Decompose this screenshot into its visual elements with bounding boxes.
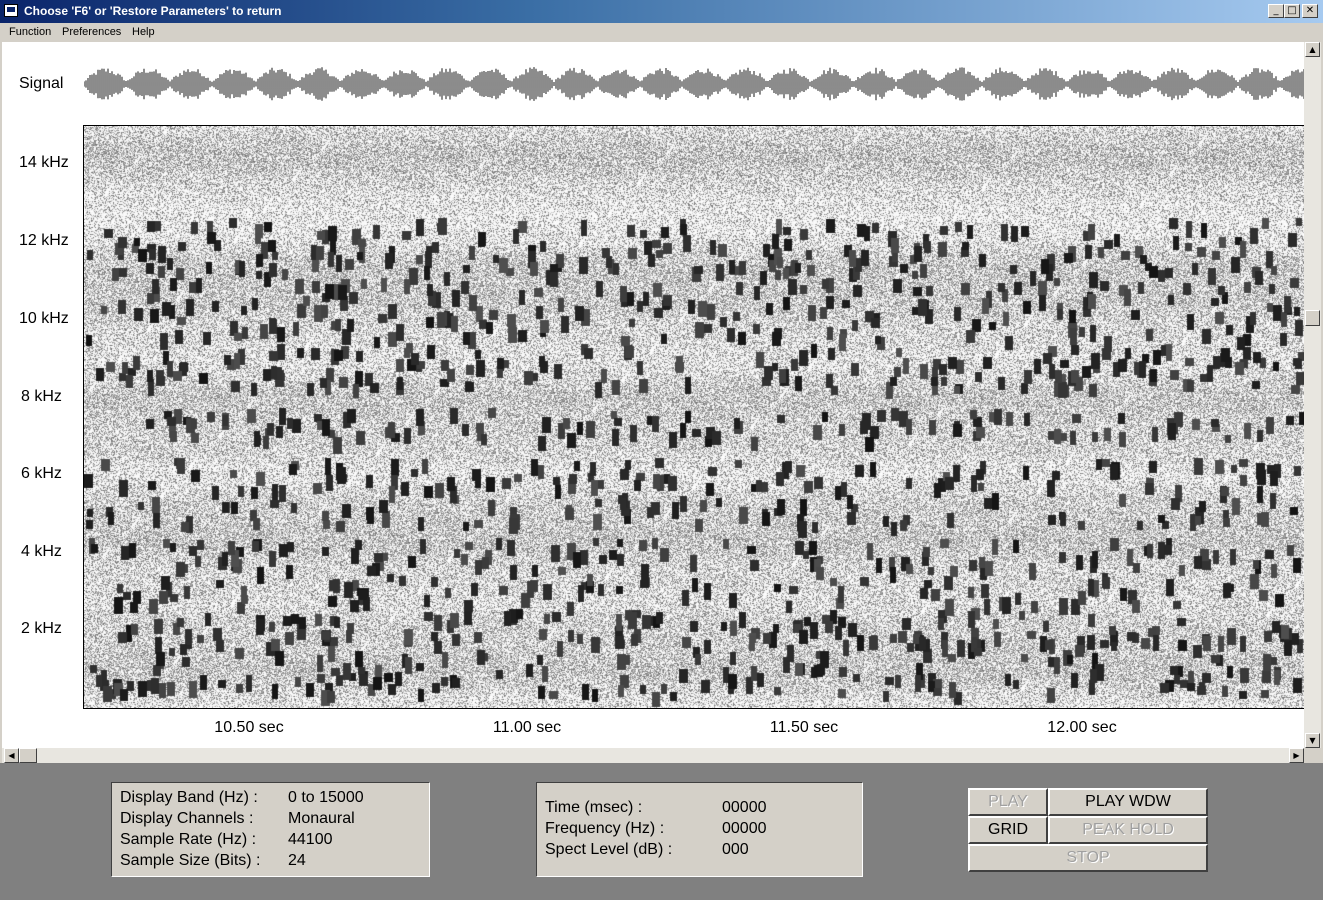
play-button[interactable]: PLAY <box>968 788 1048 816</box>
signal-label: Signal <box>19 75 64 92</box>
waveform-trace <box>84 67 1305 101</box>
info-value: 0 to 15000 <box>288 789 364 806</box>
readout-value: 00000 <box>722 820 767 837</box>
vertical-scroll-thumb[interactable] <box>1305 310 1320 326</box>
play-window-button[interactable]: PLAY WDW <box>1048 788 1208 816</box>
y-tick-label: 4 kHz <box>21 543 62 560</box>
x-tick-label: 11.50 sec <box>769 719 839 736</box>
readout-label: Frequency (Hz) : <box>545 820 665 837</box>
maximize-button[interactable]: □ <box>1284 4 1300 18</box>
info-label: Display Band (Hz) : <box>120 789 258 806</box>
file-info-panel: Display Band (Hz) : 0 to 15000 Display C… <box>111 782 430 877</box>
spectrogram[interactable] <box>83 125 1306 709</box>
menu-function[interactable]: Function <box>9 26 51 38</box>
stop-button[interactable]: STOP <box>968 844 1208 872</box>
arrow-up-icon[interactable]: ▲ <box>1305 42 1320 57</box>
x-tick-label: 10.50 sec <box>214 719 284 736</box>
horizontal-scrollbar[interactable]: ◀ ▶ <box>2 748 1304 763</box>
arrow-down-icon[interactable]: ▼ <box>1305 733 1320 748</box>
menu-preferences[interactable]: Preferences <box>62 26 121 38</box>
x-tick-label: 12.00 sec <box>1047 719 1117 736</box>
x-tick-label: 11.00 sec <box>492 719 562 736</box>
grid-button[interactable]: GRID <box>968 816 1048 844</box>
y-tick-label: 10 kHz <box>19 310 69 327</box>
info-value: 44100 <box>288 831 333 848</box>
window-title: Choose 'F6' or 'Restore Parameters' to r… <box>24 4 282 18</box>
arrow-left-icon[interactable]: ◀ <box>4 748 19 763</box>
info-label: Display Channels : <box>120 810 254 827</box>
info-label: Sample Rate (Hz) : <box>120 831 257 848</box>
menu-help[interactable]: Help <box>132 26 155 38</box>
vertical-scrollbar[interactable]: ▲ ▼ <box>1304 42 1321 748</box>
readout-value: 00000 <box>722 799 767 816</box>
title-bar: Choose 'F6' or 'Restore Parameters' to r… <box>0 0 1323 23</box>
signal-waveform <box>84 67 1305 101</box>
readout-label: Spect Level (dB) : <box>545 841 673 858</box>
info-value: Monaural <box>288 810 355 827</box>
minimize-button[interactable]: _ <box>1268 4 1284 18</box>
close-button[interactable]: ✕ <box>1302 4 1318 18</box>
readout-value: 000 <box>722 841 749 858</box>
info-label: Sample Size (Bits) : <box>120 852 261 869</box>
y-tick-label: 12 kHz <box>19 232 69 249</box>
display-canvas: Signal 14 kHz 12 kHz 10 kHz 8 kHz 6 kHz … <box>2 42 1306 748</box>
control-area: Display Band (Hz) : 0 to 15000 Display C… <box>0 763 1323 900</box>
y-tick-label: 14 kHz <box>19 154 69 171</box>
y-tick-label: 2 kHz <box>21 620 62 637</box>
readout-label: Time (msec) : <box>545 799 643 816</box>
menu-bar: Function Preferences Help <box>0 23 1323 42</box>
y-tick-label: 6 kHz <box>21 465 62 482</box>
terminal-icon[interactable] <box>4 4 18 17</box>
peak-hold-button[interactable]: PEAK HOLD <box>1048 816 1208 844</box>
horizontal-scroll-thumb[interactable] <box>19 748 37 763</box>
info-value: 24 <box>288 852 306 869</box>
arrow-right-icon[interactable]: ▶ <box>1289 748 1304 763</box>
cursor-readout-panel: Time (msec) : 00000 Frequency (Hz) : 000… <box>536 782 863 877</box>
y-tick-label: 8 kHz <box>21 388 62 405</box>
